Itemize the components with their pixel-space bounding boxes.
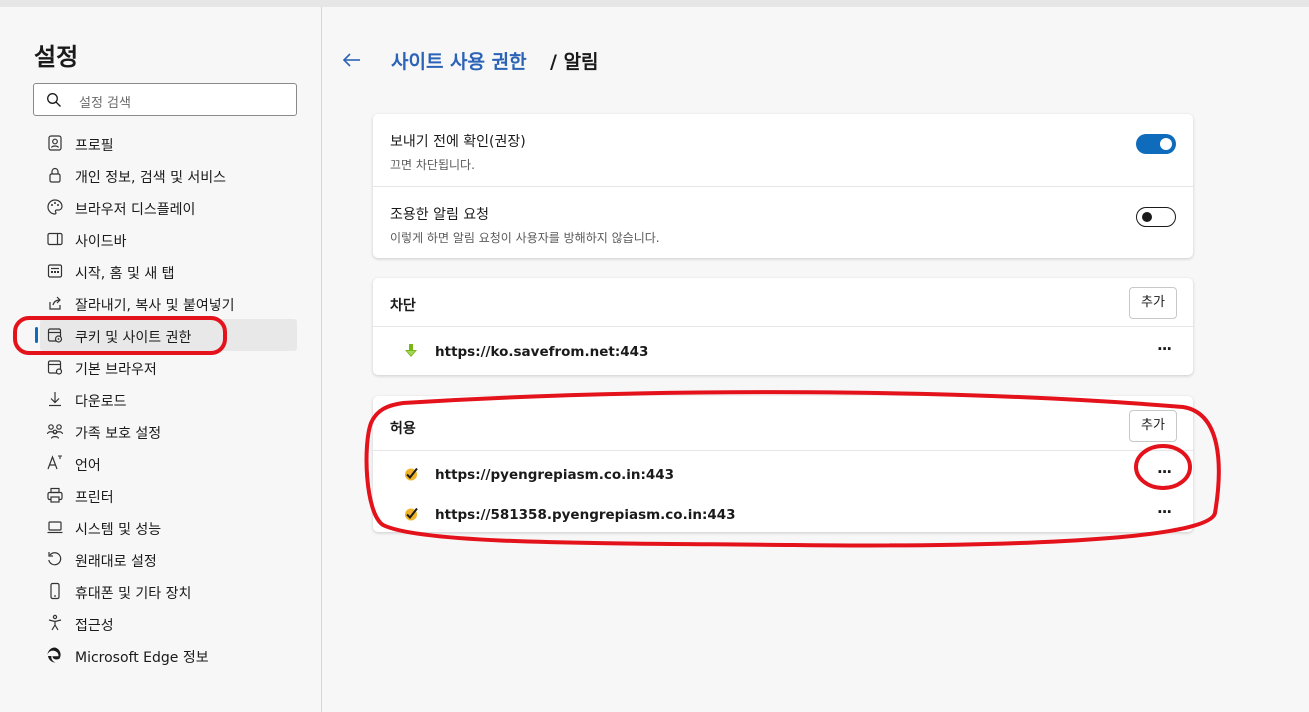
sidebar-item-label: 접근성 bbox=[75, 618, 114, 634]
sidebar-item-system[interactable]: 시스템 및 성능 bbox=[40, 511, 297, 543]
lock-icon bbox=[49, 167, 61, 183]
window-top-strip bbox=[0, 0, 1309, 7]
check-badge-icon bbox=[405, 467, 418, 481]
sidebar-item-label: 쿠키 및 사이트 권한 bbox=[75, 330, 192, 346]
sidebar-item-phone[interactable]: 휴대폰 및 기타 장치 bbox=[40, 575, 297, 607]
allowed-site-url: https://pyengrepiasm.co.in:443 bbox=[435, 467, 675, 483]
sidebar-item-label: 기본 브라우저 bbox=[75, 362, 157, 378]
accessibility-icon bbox=[48, 614, 62, 631]
block-card: 차단 추가 https://ko.savefrom.net:443 ··· bbox=[373, 278, 1193, 375]
savefrom-download-icon bbox=[405, 344, 417, 357]
sidebar-title: 설정 bbox=[34, 43, 79, 71]
sidebar-item-family[interactable]: 가족 보호 설정 bbox=[40, 415, 297, 447]
main-content: 사이트 사용 권한 / 알림 보내기 전에 확인(권장) 끄면 차단됩니다. 조… bbox=[323, 7, 1309, 712]
laptop-icon bbox=[47, 521, 63, 534]
sidebar-item-label: 프린터 bbox=[75, 490, 114, 506]
sidebar-item-label: 개인 정보, 검색 및 서비스 bbox=[75, 170, 227, 186]
sidebar-item-about-edge[interactable]: Microsoft Edge 정보 bbox=[40, 639, 297, 671]
toggle-knob bbox=[1142, 212, 1152, 222]
sidebar-item-clipboard[interactable]: 잘라내기, 복사 및 붙여넣기 bbox=[40, 287, 297, 319]
sidebar-item-sidebar[interactable]: 사이드바 bbox=[40, 223, 297, 255]
share-icon bbox=[49, 296, 61, 310]
language-icon bbox=[47, 455, 62, 470]
breadcrumb-current-page: 알림 bbox=[563, 51, 599, 73]
breadcrumb-separator: / bbox=[550, 51, 557, 73]
sidebar-item-privacy[interactable]: 개인 정보, 검색 및 서비스 bbox=[40, 159, 297, 191]
family-icon bbox=[46, 424, 64, 439]
back-arrow-icon[interactable] bbox=[341, 49, 363, 71]
sidebar-item-label: 프로필 bbox=[75, 138, 114, 154]
reset-icon bbox=[48, 552, 62, 566]
divider bbox=[373, 186, 1193, 187]
sidebar-item-label: 사이드바 bbox=[75, 234, 127, 250]
sidebar-item-cookies-permissions[interactable]: 쿠키 및 사이트 권한 bbox=[35, 319, 297, 351]
sidebar-item-accessibility[interactable]: 접근성 bbox=[40, 607, 297, 639]
allowed-site-url: https://581358.pyengrepiasm.co.in:443 bbox=[435, 507, 736, 523]
sidebar-item-appearance[interactable]: 브라우저 디스플레이 bbox=[40, 191, 297, 223]
home-tab-icon bbox=[47, 264, 63, 278]
quiet-requests-toggle[interactable] bbox=[1136, 207, 1176, 227]
divider bbox=[373, 326, 1193, 327]
sidebar-icon bbox=[47, 232, 63, 246]
divider bbox=[373, 450, 1193, 451]
profile-icon bbox=[48, 135, 62, 151]
search-settings-input[interactable]: 설정 검색 bbox=[33, 83, 297, 116]
search-placeholder: 설정 검색 bbox=[79, 96, 131, 111]
block-section-title: 차단 bbox=[390, 298, 416, 314]
sidebar-item-languages[interactable]: 언어 bbox=[40, 447, 297, 479]
browser-icon bbox=[47, 360, 63, 375]
sidebar-item-profile[interactable]: 프로필 bbox=[40, 127, 297, 159]
quiet-requests-subtitle: 이렇게 하면 알림 요청이 사용자를 방해하지 않습니다. bbox=[390, 231, 660, 245]
sidebar-item-label: 브라우저 디스플레이 bbox=[75, 202, 196, 218]
sidebar-item-label: 가족 보호 설정 bbox=[75, 426, 162, 442]
ask-before-send-title: 보내기 전에 확인(권장) bbox=[390, 134, 526, 150]
ask-before-send-subtitle: 끄면 차단됩니다. bbox=[390, 158, 475, 172]
breadcrumb-current: / 알림 bbox=[550, 47, 599, 74]
sidebar-item-label: 시작, 홈 및 새 탭 bbox=[75, 266, 175, 282]
cookie-site-icon bbox=[47, 328, 63, 343]
palette-icon bbox=[47, 199, 63, 215]
sidebar-item-reset[interactable]: 원래대로 설정 bbox=[40, 543, 297, 575]
phone-icon bbox=[50, 582, 60, 600]
toggle-knob bbox=[1160, 138, 1172, 150]
more-options-button[interactable]: ··· bbox=[1157, 503, 1172, 521]
allow-section-title: 허용 bbox=[390, 421, 416, 437]
sidebar-item-label: 언어 bbox=[75, 458, 101, 474]
search-icon bbox=[47, 93, 61, 107]
check-badge-icon bbox=[405, 507, 418, 521]
download-icon bbox=[49, 392, 61, 407]
settings-sidebar: 설정 설정 검색 프로필 개인 정보, 검색 및 서비스 브라우저 디스플레이 … bbox=[0, 7, 322, 712]
sidebar-item-label: Microsoft Edge 정보 bbox=[75, 650, 209, 666]
allow-card: 허용 추가 https://pyengrepiasm.co.in:443 ···… bbox=[373, 396, 1193, 532]
sidebar-item-label: 휴대폰 및 기타 장치 bbox=[75, 586, 192, 602]
more-options-button[interactable]: ··· bbox=[1157, 463, 1172, 481]
printer-icon bbox=[47, 487, 63, 503]
sidebar-item-start-home[interactable]: 시작, 홈 및 새 탭 bbox=[40, 255, 297, 287]
blocked-site-url: https://ko.savefrom.net:443 bbox=[435, 344, 649, 360]
edge-logo-icon bbox=[47, 647, 61, 663]
notification-options-card: 보내기 전에 확인(권장) 끄면 차단됩니다. 조용한 알림 요청 이렇게 하면… bbox=[373, 114, 1193, 258]
sidebar-item-label: 잘라내기, 복사 및 붙여넣기 bbox=[75, 298, 235, 314]
quiet-requests-title: 조용한 알림 요청 bbox=[390, 207, 490, 223]
ask-before-send-toggle[interactable] bbox=[1136, 134, 1176, 154]
breadcrumb-site-permissions-link[interactable]: 사이트 사용 권한 bbox=[391, 47, 527, 74]
sidebar-item-printers[interactable]: 프린터 bbox=[40, 479, 297, 511]
more-options-button[interactable]: ··· bbox=[1157, 340, 1172, 358]
sidebar-item-downloads[interactable]: 다운로드 bbox=[40, 383, 297, 415]
sidebar-item-label: 시스템 및 성능 bbox=[75, 522, 162, 538]
block-add-button[interactable]: 추가 bbox=[1129, 287, 1177, 319]
sidebar-item-label: 원래대로 설정 bbox=[75, 554, 157, 570]
sidebar-item-default-browser[interactable]: 기본 브라우저 bbox=[40, 351, 297, 383]
allow-add-button[interactable]: 추가 bbox=[1129, 410, 1177, 442]
sidebar-item-label: 다운로드 bbox=[75, 394, 127, 410]
